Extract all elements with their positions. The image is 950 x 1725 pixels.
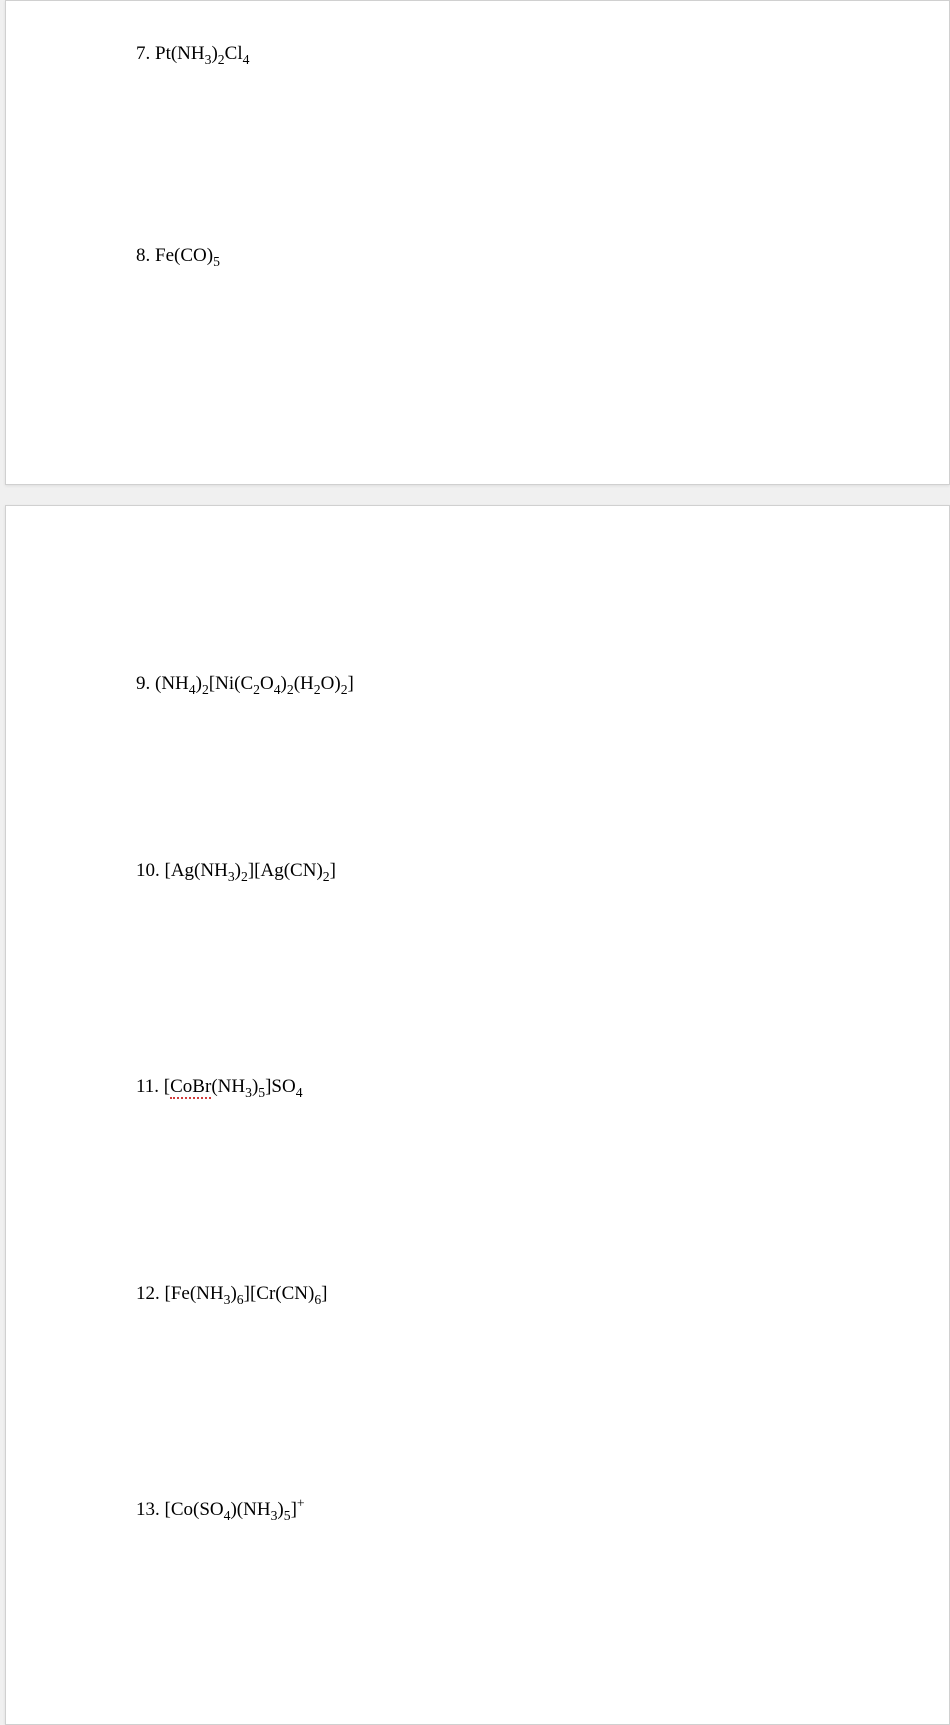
formula-text: )(NH (230, 1499, 270, 1520)
list-item: 12. [Fe(NH3)6][Cr(CN)6] (136, 1281, 899, 1308)
subscript: 4 (189, 682, 196, 697)
subscript: 2 (314, 682, 321, 697)
formula-text: O) (321, 673, 341, 694)
subscript: 3 (228, 868, 235, 883)
item-number: 10. (136, 860, 160, 881)
formula-text: ][Cr(CN) (244, 1283, 315, 1304)
list-item: 13. [Co(SO4)(NH3)5]+ (136, 1497, 899, 1524)
list-item: 9. (NH4)2[Ni(C2O4)2(H2O)2] (136, 671, 899, 698)
list-item: 11. [CoBr(NH3)5]SO4 (136, 1074, 899, 1101)
formula-text: ] (330, 860, 336, 881)
item-number: 7. (136, 43, 150, 64)
subscript: 2 (287, 682, 294, 697)
formula-text: O (260, 673, 274, 694)
formula-text: [Fe(NH (160, 1283, 224, 1304)
formula-text: [Co(SO (160, 1499, 224, 1520)
formula-text: (H (294, 673, 314, 694)
formula-text: (NH (150, 673, 189, 694)
document-page-2: 9. (NH4)2[Ni(C2O4)2(H2O)2] 10. [Ag(NH3)2]… (5, 505, 950, 1725)
list-item: 10. [Ag(NH3)2][Ag(CN)2] (136, 858, 899, 885)
list-item: 7. Pt(NH3)2Cl4 (136, 41, 899, 68)
item-number: 8. (136, 245, 150, 266)
formula-text: Pt(NH (150, 43, 204, 64)
item-number: 13. (136, 1499, 160, 1520)
subscript: 2 (202, 682, 209, 697)
subscript: 4 (296, 1085, 303, 1100)
formula-text: ][Ag(CN) (248, 860, 323, 881)
subscript: 5 (284, 1508, 291, 1523)
subscript: 3 (245, 1085, 252, 1100)
formula-text: Cl (225, 43, 243, 64)
item-number: 11. (136, 1076, 159, 1097)
formula-text: [ (159, 1076, 170, 1097)
item-number: 9. (136, 673, 150, 694)
formula-text: (NH (211, 1076, 245, 1097)
subscript: 4 (243, 52, 250, 67)
document-page-1: 7. Pt(NH3)2Cl4 8. Fe(CO)5 (5, 0, 950, 485)
subscript: 2 (323, 868, 330, 883)
formula-text: ] (321, 1283, 327, 1304)
formula-text: [Ag(NH (160, 860, 228, 881)
formula-text: ] (348, 673, 354, 694)
list-item: 8. Fe(CO)5 (136, 243, 899, 270)
subscript: 2 (341, 682, 348, 697)
item-number: 12. (136, 1283, 160, 1304)
subscript: 2 (241, 868, 248, 883)
spellcheck-underline: CoBr (170, 1076, 211, 1099)
formula-text: [Ni(C (209, 673, 253, 694)
subscript: 5 (213, 253, 220, 268)
formula-text: ]SO (265, 1076, 296, 1097)
subscript: 2 (253, 682, 260, 697)
superscript: + (297, 1496, 305, 1511)
formula-text: Fe(CO) (150, 245, 213, 266)
subscript: 2 (218, 52, 225, 67)
subscript: 6 (237, 1292, 244, 1307)
subscript: 4 (274, 682, 281, 697)
